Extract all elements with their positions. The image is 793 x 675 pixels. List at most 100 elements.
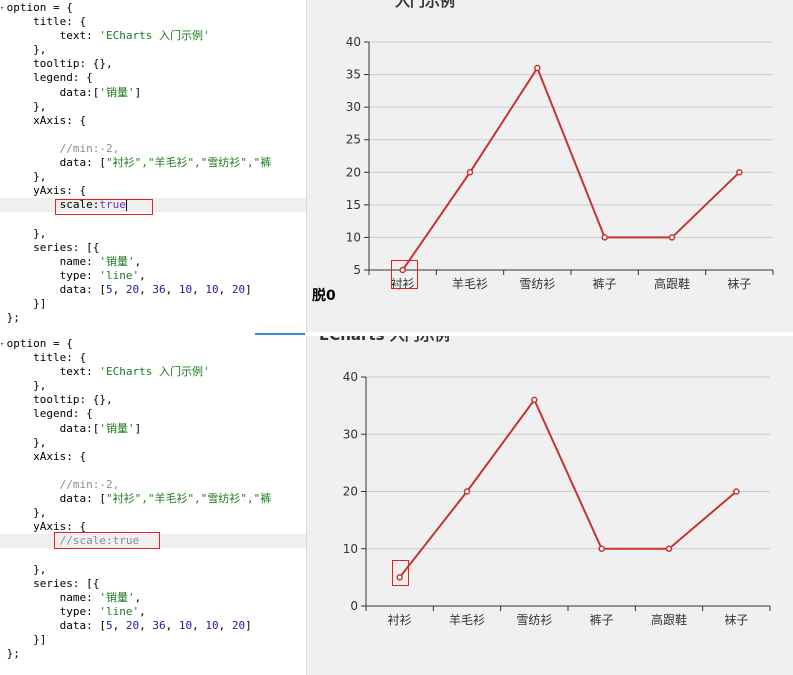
y-tick-label: 40	[343, 370, 358, 384]
code-token: 36	[152, 618, 166, 632]
code-line[interactable]: //min:-2,	[0, 478, 306, 492]
code-token: 10	[178, 282, 193, 296]
code-line[interactable]: },	[0, 100, 306, 114]
code-line[interactable]: //min:-2,	[0, 142, 306, 156]
line-chart: 0 10 20 30 40 衬衫 羊毛衫 雪纺衫 裤子 高跟鞋 袜子	[343, 370, 771, 627]
code-line[interactable]: type: 'line',	[0, 269, 306, 283]
code-token: ,	[218, 618, 232, 632]
code-line[interactable]: series: [{	[0, 577, 306, 591]
code-line[interactable]: },	[0, 563, 306, 577]
code-line[interactable]: data: [5, 20, 36, 10, 10, 20]	[0, 283, 306, 297]
code-token: },	[33, 435, 47, 449]
code-line[interactable]: data:['销量']	[0, 422, 306, 436]
code-line[interactable]: },	[0, 43, 306, 57]
code-token: 10	[205, 618, 219, 632]
code-line[interactable]: legend: {	[0, 71, 306, 85]
code-token: data:[	[59, 85, 100, 99]
code-token: data: [	[59, 492, 106, 506]
code-token: 'ECharts 入门示例'	[99, 365, 210, 379]
code-line[interactable]: xAxis: {	[0, 450, 306, 464]
code-token: xAxis: {	[33, 113, 87, 127]
code-token: '销量'	[99, 421, 135, 435]
x-tick-label: 袜子	[724, 613, 748, 627]
highlight-box-scale	[54, 532, 160, 549]
code-token: data: [	[59, 618, 106, 632]
code-line[interactable]: }]	[0, 633, 306, 647]
code-line[interactable]: tooltip: {},	[0, 393, 306, 407]
code-line[interactable]: };	[0, 647, 306, 661]
code-line[interactable]: series: [{	[0, 241, 306, 255]
code-line[interactable]: },	[0, 227, 306, 241]
code-line[interactable]: text: 'ECharts 入门示例'	[0, 365, 306, 379]
code-token: },	[33, 226, 47, 240]
code-line[interactable]	[0, 464, 306, 478]
code-line[interactable]: };	[0, 311, 306, 325]
code-token: 20	[231, 618, 246, 632]
code-line[interactable]: ▾ option = {	[0, 337, 306, 351]
code-token: },	[33, 562, 47, 576]
code-token: text:	[59, 29, 100, 43]
code-line[interactable]: title: {	[0, 15, 306, 29]
data-point	[598, 545, 605, 552]
code-editor[interactable]: ▾ option = { title: { text: 'ECharts 入门示…	[0, 0, 307, 332]
code-line[interactable]: text: 'ECharts 入门示例'	[0, 29, 306, 43]
code-token: ,	[165, 618, 179, 632]
code-token: series: [{	[33, 576, 100, 590]
code-line[interactable]: yAxis: {	[0, 184, 306, 198]
code-token: 5	[105, 618, 113, 632]
code-line[interactable]	[0, 212, 306, 226]
code-line[interactable]	[0, 548, 306, 562]
code-line[interactable]: },	[0, 379, 306, 393]
code-line[interactable]: data: ["衬衫","羊毛衫","雪纺衫","裤	[0, 156, 306, 170]
code-token: ,	[112, 618, 126, 632]
code-line[interactable]: },	[0, 506, 306, 520]
code-line[interactable]: xAxis: {	[0, 114, 306, 128]
code-editor[interactable]: ▾ option = { title: { text: 'ECharts 入门示…	[0, 336, 307, 675]
code-line[interactable]: data: [5, 20, 36, 10, 10, 20]	[0, 619, 306, 633]
code-token: ,	[139, 268, 146, 282]
code-line[interactable]	[0, 128, 306, 142]
code-token: data: [	[59, 156, 106, 170]
code-line[interactable]: type: 'line',	[0, 605, 306, 619]
data-point	[665, 545, 673, 552]
code-line[interactable]: scale:true	[0, 198, 306, 213]
code-line[interactable]: },	[0, 170, 306, 184]
code-line[interactable]: }]	[0, 297, 306, 311]
code-line[interactable]: },	[0, 436, 306, 450]
code-line[interactable]: data:['销量']	[0, 86, 306, 100]
code-line[interactable]: tooltip: {},	[0, 57, 306, 71]
y-tick-label: 0	[350, 599, 358, 613]
code-token: 'line'	[99, 268, 140, 282]
fold-toggle-icon[interactable]: ▾	[0, 1, 4, 15]
code-line[interactable]: data: ["衬衫","羊毛衫","雪纺衫","裤	[0, 492, 306, 506]
x-tick-label: 羊毛衫	[452, 276, 488, 291]
x-tick-label: 羊毛衫	[449, 612, 485, 627]
y-tick-label: 35	[346, 68, 361, 82]
code-line[interactable]: title: {	[0, 351, 306, 365]
fold-toggle-icon[interactable]: ▾	[0, 337, 4, 351]
overlay-label: 脱0	[312, 288, 336, 304]
code-token: ,	[192, 282, 206, 296]
code-token: },	[33, 379, 47, 393]
code-line[interactable]: legend: {	[0, 407, 306, 421]
code-line[interactable]: name: '销量',	[0, 591, 306, 605]
code-line[interactable]: ▾ option = {	[0, 1, 306, 15]
code-line[interactable]: name: '销量',	[0, 255, 306, 269]
chart-panel: 入门示例 5 10 15 20 25 30 35 40 衬衫 羊毛衫 雪纺衫 裤子 高跟鞋 袜子	[307, 0, 793, 332]
